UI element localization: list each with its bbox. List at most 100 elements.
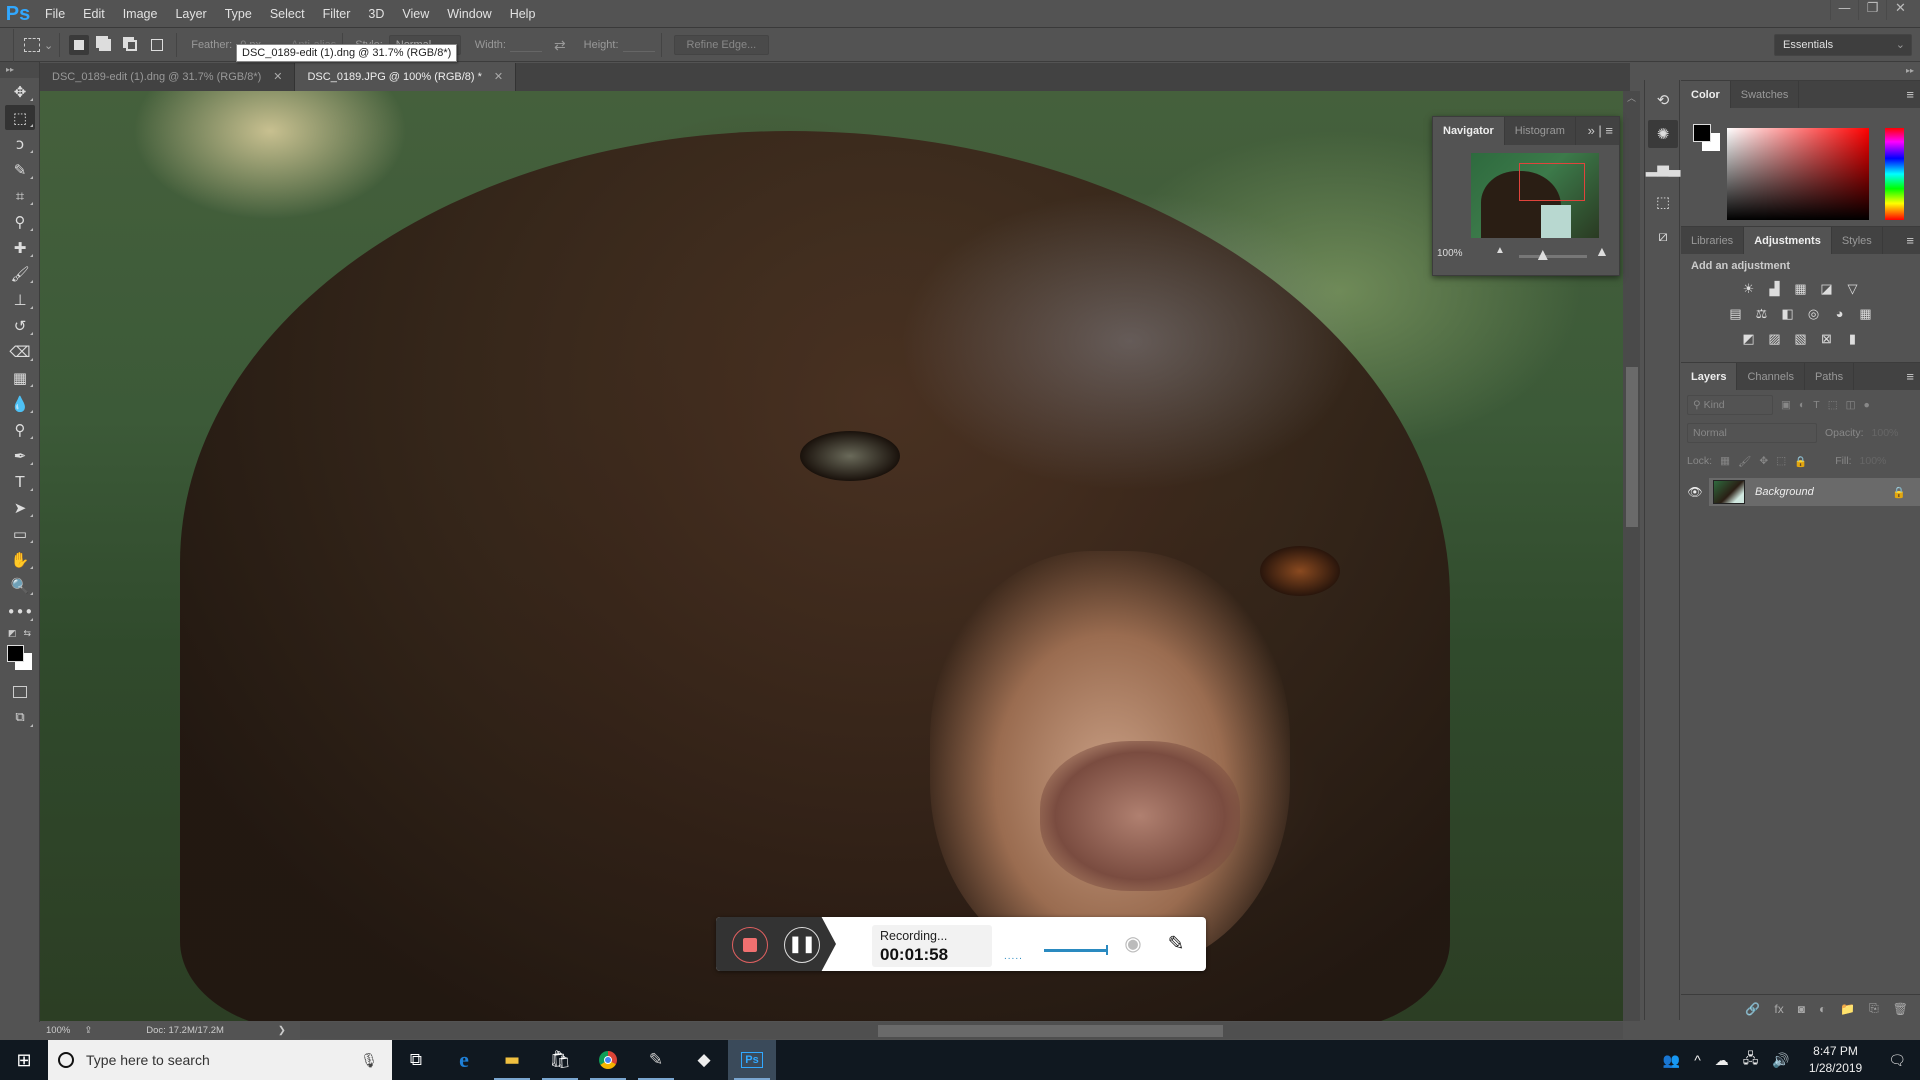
fill-input[interactable]: 100% — [1860, 455, 1887, 467]
doc-tab-jpg[interactable]: DSC_0189.JPG @ 100% (RGB/8) * ✕ — [295, 63, 517, 91]
stop-recording-button[interactable] — [732, 927, 768, 963]
swap-colors-icon[interactable]: ⇆ — [23, 629, 31, 639]
add-mask-icon[interactable]: ◙ — [1798, 1002, 1805, 1016]
collapse-panels-button[interactable]: ▸▸ — [1681, 62, 1920, 80]
chrome-icon[interactable] — [584, 1040, 632, 1080]
lasso-tool[interactable]: ↄ — [5, 131, 35, 156]
tab-navigator[interactable]: Navigator — [1433, 117, 1505, 145]
status-menu-arrow[interactable]: ❯ — [278, 1025, 286, 1036]
file-explorer-icon[interactable]: ▬ — [488, 1040, 536, 1080]
tab-swatches[interactable]: Swatches — [1731, 81, 1800, 108]
navigator-view-box[interactable] — [1519, 163, 1585, 201]
slider-handle[interactable] — [1537, 250, 1548, 260]
eyedropper-tool[interactable]: ⚲ — [5, 209, 35, 234]
color-picker-field[interactable] — [1727, 128, 1869, 220]
tab-adjustments[interactable]: Adjustments — [1744, 227, 1832, 254]
horizontal-scroll-thumb[interactable] — [878, 1025, 1223, 1037]
menu-window[interactable]: Window — [438, 0, 500, 28]
panel-menu-icon[interactable]: ≡ — [1906, 227, 1914, 255]
new-selection-button[interactable] — [69, 35, 90, 55]
filter-shape-icon[interactable]: ⬚ — [1828, 399, 1838, 411]
adjustment-icon[interactable]: ▤ — [1727, 305, 1745, 322]
edge-icon[interactable]: e — [440, 1040, 488, 1080]
doc-tab-dng[interactable]: DSC_0189-edit (1).dng @ 31.7% (RGB/8*) ✕ — [40, 63, 296, 91]
share-icon[interactable]: ⇪ — [84, 1025, 92, 1036]
crop-tool[interactable]: ⌗ — [5, 183, 35, 208]
quick-selection-tool[interactable]: ✎ — [5, 157, 35, 182]
photoshop-taskbar-icon[interactable]: Ps — [728, 1040, 776, 1080]
webcam-icon[interactable]: ◉ — [1121, 932, 1145, 956]
gradient-tool[interactable]: ▦ — [5, 365, 35, 390]
marquee-preset-icon[interactable] — [24, 38, 40, 52]
3d-panel-icon[interactable]: ⬚ — [1648, 188, 1678, 216]
blend-mode-select[interactable]: Normal — [1687, 423, 1817, 443]
options-bar-grip[interactable] — [0, 28, 14, 62]
adjustment-icon[interactable]: ◎ — [1805, 305, 1823, 322]
rectangle-tool[interactable]: ▭ — [5, 521, 35, 546]
lock-pixels-icon[interactable]: 🖌 — [1738, 455, 1751, 468]
menu-select[interactable]: Select — [261, 0, 314, 28]
tab-styles[interactable]: Styles — [1832, 227, 1883, 254]
layer-row[interactable]: 👁 Background 🔒 — [1681, 478, 1920, 506]
network-icon[interactable]: 🖧 — [1736, 1048, 1766, 1072]
filter-type-icon[interactable]: T — [1813, 399, 1819, 411]
zoom-level[interactable]: 100% — [46, 1025, 70, 1036]
lock-position-icon[interactable]: ✥ — [1759, 455, 1768, 467]
filter-pixel-icon[interactable]: ▣ — [1781, 399, 1791, 411]
adjustment-icon[interactable]: ▦ — [1792, 280, 1810, 297]
workspace-select[interactable]: Essentials ⌄ — [1774, 34, 1912, 56]
menu-layer[interactable]: Layer — [166, 0, 215, 28]
collapse-toolbar-button[interactable]: ▸▸ — [0, 62, 39, 78]
clock[interactable]: 8:47 PM 1/28/2019 — [1797, 1043, 1874, 1077]
new-adjustment-layer-icon[interactable]: ◐ — [1819, 1002, 1826, 1016]
more-tools[interactable]: ••• — [5, 599, 35, 624]
minimize-button[interactable]: — — [1830, 0, 1858, 20]
close-button[interactable]: ✕ — [1886, 0, 1914, 20]
tab-layers[interactable]: Layers — [1681, 363, 1738, 390]
dodge-tool[interactable]: ⚲ — [5, 417, 35, 442]
lock-artboard-icon[interactable]: ⬚ — [1776, 455, 1786, 467]
navigator-zoom-value[interactable]: 100% — [1437, 248, 1463, 259]
healing-brush-tool[interactable]: ✚ — [5, 235, 35, 260]
layer-style-icon[interactable]: fx — [1774, 1002, 1783, 1016]
close-tab-icon[interactable]: ✕ — [273, 63, 282, 91]
path-selection-tool[interactable]: ➤ — [5, 495, 35, 520]
volume-icon[interactable]: 🔊 — [1765, 1052, 1796, 1069]
horizontal-scrollbar[interactable] — [300, 1022, 1623, 1039]
taskbar-search-box[interactable]: Type here to search 🎙 — [48, 1040, 392, 1080]
volume-slider[interactable] — [1044, 945, 1108, 955]
brush-presets-icon[interactable]: ⧄ — [1648, 222, 1678, 250]
menu-image[interactable]: Image — [114, 0, 167, 28]
adjustment-icon[interactable]: ▟ — [1766, 280, 1784, 297]
panel-menu-icon[interactable]: » | ≡ — [1588, 117, 1613, 145]
vectr-icon[interactable]: ◆ — [680, 1040, 728, 1080]
tab-channels[interactable]: Channels — [1737, 363, 1805, 390]
pen-app-icon[interactable]: ✎ — [632, 1040, 680, 1080]
menu-filter[interactable]: Filter — [314, 0, 360, 28]
blur-tool[interactable]: 💧 — [5, 391, 35, 416]
menu-help[interactable]: Help — [501, 0, 545, 28]
navigator-zoom-slider[interactable] — [1519, 250, 1587, 260]
scroll-up-icon[interactable]: ︿ — [1623, 91, 1640, 104]
filter-adjustment-icon[interactable]: ◐ — [1799, 399, 1805, 411]
adjustment-icon[interactable]: ▦ — [1857, 305, 1875, 322]
history-panel-icon[interactable]: ⟲ — [1648, 86, 1678, 114]
menu-type[interactable]: Type — [216, 0, 261, 28]
store-icon[interactable]: 🛍 — [536, 1040, 584, 1080]
menu-edit[interactable]: Edit — [74, 0, 114, 28]
filter-smart-object-icon[interactable]: ◫ — [1846, 399, 1856, 411]
subtract-from-selection-button[interactable] — [121, 35, 141, 55]
adjustment-icon[interactable]: ▨ — [1766, 330, 1784, 347]
pause-recording-button[interactable]: ❚❚ — [784, 927, 820, 963]
menu-file[interactable]: File — [36, 0, 74, 28]
tab-libraries[interactable]: Libraries — [1681, 227, 1745, 254]
delete-layer-icon[interactable]: 🗑 — [1893, 1002, 1908, 1016]
menu-view[interactable]: View — [393, 0, 438, 28]
vertical-scrollbar[interactable]: ︿ — [1623, 91, 1640, 1021]
layer-lock-icon[interactable]: 🔒 — [1892, 486, 1906, 499]
clone-stamp-tool[interactable]: ⊥ — [5, 287, 35, 312]
people-icon[interactable]: 👥 — [1656, 1052, 1687, 1069]
tab-paths[interactable]: Paths — [1805, 363, 1855, 390]
properties-panel-icon[interactable]: ✺ — [1648, 120, 1678, 148]
adjustment-icon[interactable]: ◩ — [1740, 330, 1758, 347]
